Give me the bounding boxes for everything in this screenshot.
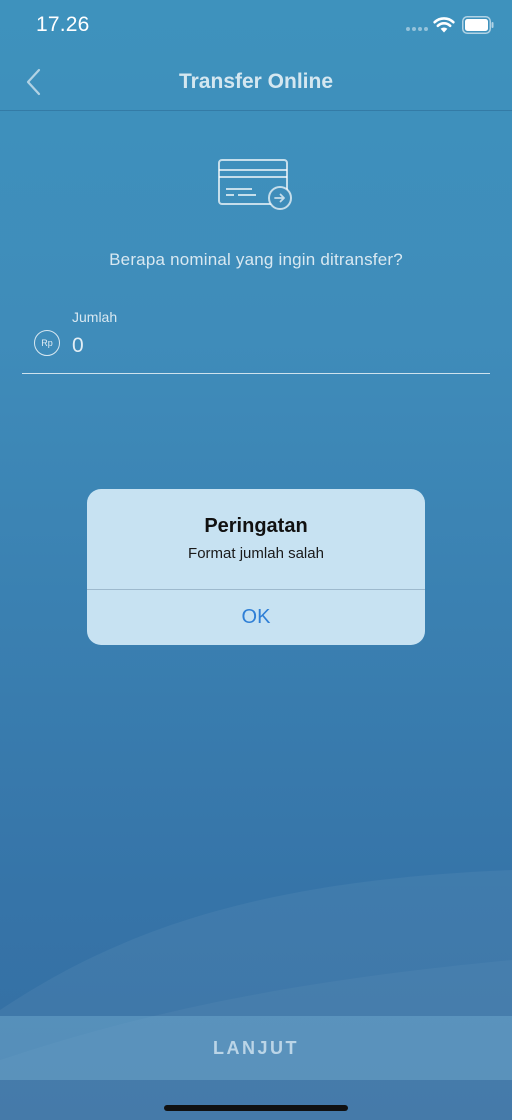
screen: 17.26 Transfer Online Berapa nominal yan…: [0, 0, 512, 1120]
rupiah-icon: Rp: [34, 330, 60, 356]
amount-field: Rp Jumlah: [22, 305, 490, 374]
card-transfer-icon: [218, 159, 292, 210]
amount-input[interactable]: [70, 330, 474, 362]
signal-icon: [406, 27, 428, 31]
question-text: Berapa nominal yang ingin ditransfer?: [109, 250, 403, 269]
alert-dialog: Peringatan Format jumlah salah OK: [87, 489, 425, 645]
amount-label: Jumlah: [72, 309, 118, 325]
background-wave: [0, 870, 512, 1120]
page-title: Transfer Online: [178, 70, 334, 93]
status-bar: 17.26: [0, 0, 512, 50]
battery-icon: [462, 16, 494, 34]
alert-message: Format jumlah salah: [188, 545, 324, 562]
home-indicator: [164, 1105, 348, 1111]
alert-title: Peringatan: [204, 515, 308, 537]
nav-bar: Transfer Online: [0, 52, 512, 111]
ok-button[interactable]: OK: [87, 590, 425, 645]
wifi-icon: [433, 17, 455, 33]
status-time: 17.26: [36, 13, 90, 36]
next-button[interactable]: LANJUT: [0, 1016, 512, 1080]
